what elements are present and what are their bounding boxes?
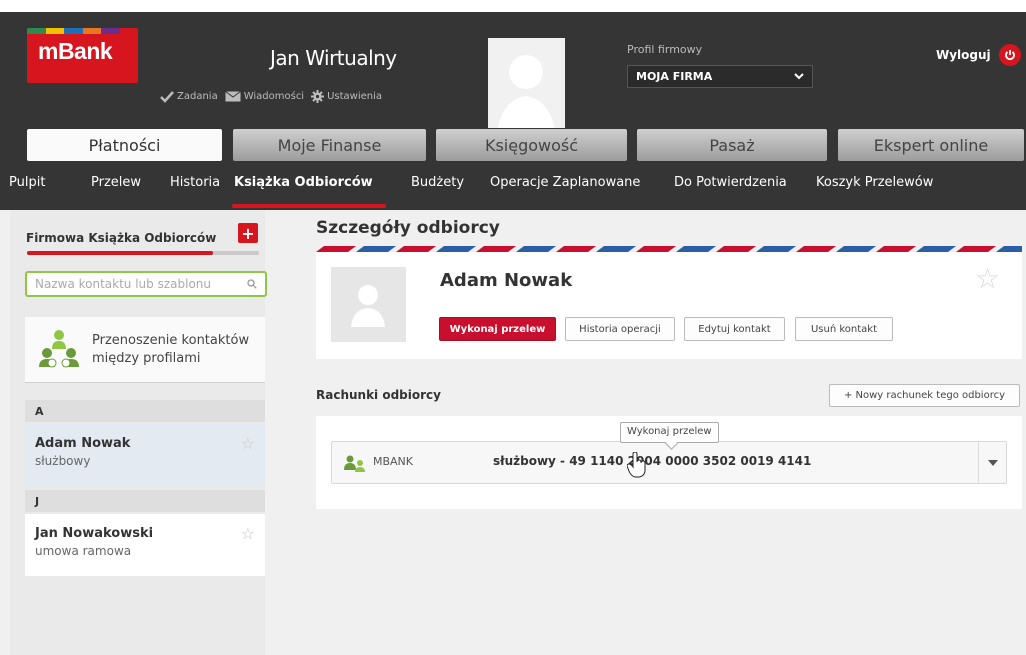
envelope-icon <box>224 91 241 102</box>
messages-link[interactable]: Wiadomości <box>224 91 305 102</box>
sidebar-progress-bar <box>27 251 259 255</box>
transfer-contacts-button[interactable]: Przenoszenie kontaktów między profilami <box>25 317 265 383</box>
contact-name-heading: Adam Nowak <box>440 270 573 291</box>
accounts-title: Rachunki odbiorcy <box>316 388 441 402</box>
subnav-przelew[interactable]: Przelew <box>91 175 141 190</box>
gear-icon <box>311 90 325 103</box>
contact-item-jan-nowakowski[interactable]: Jan Nowakowski umowa ramowa ☆ <box>25 514 265 576</box>
logout-label: Wyloguj <box>936 48 991 62</box>
transfer-contacts-text: Przenoszenie kontaktów między profilami <box>92 332 249 368</box>
subnav-pulpit[interactable]: Pulpit <box>9 175 45 190</box>
power-icon <box>998 44 1021 66</box>
chevron-down-icon <box>794 73 804 80</box>
page-title: Szczegóły odbiorcy <box>316 218 500 238</box>
profile-label: Profil firmowy <box>627 43 703 56</box>
settings-link[interactable]: Ustawienia <box>311 90 382 103</box>
tab-ksiegowosc[interactable]: Księgowość <box>436 129 627 161</box>
mbank-logo[interactable]: mBank <box>27 28 138 83</box>
group-header-j: J <box>25 490 265 512</box>
user-links: Zadania Wiadomości Ustawienia <box>160 90 382 103</box>
profile-value: MOJA FIRMA <box>636 70 713 83</box>
account-number: służbowy - 49 1140 2004 0000 3502 0019 4… <box>493 454 812 468</box>
star-icon[interactable]: ☆ <box>241 434 255 453</box>
check-icon <box>160 90 174 103</box>
profile-select[interactable]: MOJA FIRMA <box>627 65 813 88</box>
contact-type: służbowy <box>35 454 91 468</box>
logo-text: mBank <box>38 38 113 64</box>
contact-item-adam-nowak[interactable]: Adam Nowak służbowy ☆ <box>25 424 265 486</box>
top-strip <box>0 0 1026 12</box>
contact-search-input[interactable] <box>35 277 235 291</box>
search-icon[interactable] <box>247 279 257 289</box>
settings-label: Ustawienia <box>327 91 383 102</box>
subnav-koszyk-przelewow[interactable]: Koszyk Przelewów <box>816 175 933 190</box>
subnav-ksiazka-odbiorcow[interactable]: Książka Odbiorców <box>234 175 373 190</box>
edit-contact-button[interactable]: Edytuj kontakt <box>684 317 785 341</box>
sidebar-title: Firmowa Książka Odbiorców <box>26 231 217 245</box>
new-account-button[interactable]: + Nowy rachunek tego odbiorcy <box>829 384 1020 407</box>
tab-moje-finanse[interactable]: Moje Finanse <box>233 129 426 161</box>
contact-search <box>25 271 267 297</box>
operation-history-button[interactable]: Historia operacji <box>565 317 675 341</box>
subnav-budzety[interactable]: Budżety <box>411 175 464 190</box>
contact-name: Adam Nowak <box>35 436 131 451</box>
logout-button[interactable]: Wyloguj <box>936 44 1021 66</box>
subnav-do-potwierdzenia[interactable]: Do Potwierdzenia <box>674 175 787 190</box>
contact-type: umowa ramowa <box>35 544 132 558</box>
hand-cursor-icon <box>627 452 646 478</box>
subnav-operacje-zaplanowane[interactable]: Operacje Zaplanowane <box>490 175 640 190</box>
delete-contact-button[interactable]: Usuń kontakt <box>795 317 893 341</box>
star-icon[interactable]: ☆ <box>241 524 255 543</box>
contact-detail-card <box>316 252 1022 359</box>
favorite-star-icon[interactable]: ☆ <box>975 262 1000 295</box>
logo-stripes <box>27 28 138 34</box>
messages-label: Wiadomości <box>243 91 305 102</box>
bank-people-icon <box>344 455 365 472</box>
contact-avatar <box>331 267 406 342</box>
active-subnav-underline <box>232 204 386 208</box>
people-transfer-icon <box>39 330 79 368</box>
transfer-line2: między profilami <box>92 351 201 366</box>
tooltip: Wykonaj przelew <box>620 422 719 443</box>
group-header-a: A <box>25 400 265 422</box>
tab-ekspert-online[interactable]: Ekspert online <box>838 129 1024 161</box>
add-contact-button[interactable]: + <box>238 223 258 243</box>
subnav-historia[interactable]: Historia <box>170 175 220 190</box>
tab-pasaz[interactable]: Pasaż <box>637 129 827 161</box>
account-bank: MBANK <box>373 455 414 468</box>
contact-name: Jan Nowakowski <box>35 526 154 541</box>
account-caret-icon[interactable] <box>978 442 1006 483</box>
make-transfer-button[interactable]: Wykonaj przelew <box>439 317 556 341</box>
user-name: Jan Wirtualny <box>270 46 397 70</box>
tab-platnosci[interactable]: Płatności <box>27 129 222 161</box>
tasks-link[interactable]: Zadania <box>160 90 218 103</box>
sidebar-progress-fill <box>27 251 213 255</box>
tasks-label: Zadania <box>177 91 218 102</box>
transfer-line1: Przenoszenie kontaktów <box>92 333 250 348</box>
